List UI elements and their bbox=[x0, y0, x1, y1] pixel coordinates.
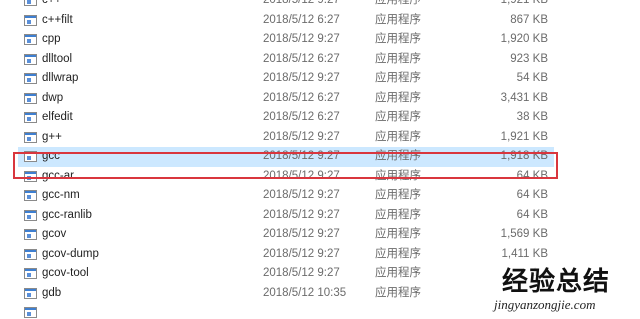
file-name: dllwrap bbox=[42, 72, 79, 84]
watermark-url: jingyanzongjie.com bbox=[494, 297, 596, 312]
file-date-modified: 2018/5/12 9:27 bbox=[263, 267, 340, 279]
file-row[interactable]: c++ 2018/5/12 9:27 应用程序 1,921 KB bbox=[0, 0, 640, 11]
file-row[interactable]: gcc 2018/5/12 9:27 应用程序 1,918 KB bbox=[0, 147, 640, 167]
file-name: elfedit bbox=[42, 111, 73, 123]
file-type: 应用程序 bbox=[375, 189, 421, 201]
watermark: 经验总结 jingyanzongjie.com bbox=[492, 259, 640, 319]
application-file-icon bbox=[24, 209, 37, 221]
file-name: c++ bbox=[42, 0, 62, 6]
file-date-modified: 2018/5/12 9:27 bbox=[263, 169, 340, 182]
file-name: dlltool bbox=[42, 52, 73, 65]
file-type: 应用程序 bbox=[375, 247, 421, 260]
file-size: 38 KB bbox=[516, 111, 548, 123]
file-size: 923 KB bbox=[510, 52, 548, 65]
file-name: c++filt bbox=[42, 13, 73, 26]
application-file-icon bbox=[24, 229, 37, 240]
file-type: 应用程序 bbox=[375, 150, 421, 162]
file-row[interactable]: c++filt 2018/5/12 6:27 应用程序 867 KB bbox=[0, 11, 640, 31]
application-file-icon bbox=[24, 92, 37, 104]
file-type: 应用程序 bbox=[375, 91, 421, 104]
file-size: 1,921 KB bbox=[500, 130, 548, 143]
file-name: gcov bbox=[42, 228, 67, 240]
file-date-modified: 2018/5/12 6:27 bbox=[263, 111, 340, 123]
file-size: 64 KB bbox=[516, 169, 548, 182]
file-name: gcc-nm bbox=[42, 189, 80, 201]
application-file-icon bbox=[24, 151, 37, 162]
file-size: 3,431 KB bbox=[500, 91, 548, 104]
application-file-icon bbox=[24, 73, 37, 84]
application-file-icon bbox=[24, 190, 37, 201]
file-row[interactable]: g++ 2018/5/12 9:27 应用程序 1,921 KB bbox=[0, 128, 640, 148]
file-date-modified: 2018/5/12 6:27 bbox=[263, 91, 340, 104]
file-date-modified: 2018/5/12 9:27 bbox=[263, 208, 340, 221]
file-type: 应用程序 bbox=[375, 169, 421, 182]
file-size: 1,921 KB bbox=[500, 0, 548, 6]
file-row[interactable]: gcc-ranlib 2018/5/12 9:27 应用程序 64 KB bbox=[0, 206, 640, 226]
application-file-icon bbox=[24, 287, 37, 299]
file-row[interactable]: elfedit 2018/5/12 6:27 应用程序 38 KB bbox=[0, 108, 640, 128]
application-file-icon bbox=[24, 248, 37, 260]
file-date-modified: 2018/5/12 9:27 bbox=[263, 72, 340, 84]
file-name: gdb bbox=[42, 286, 62, 299]
application-file-icon bbox=[24, 0, 37, 6]
file-size: 54 KB bbox=[516, 72, 548, 84]
file-row[interactable]: dwp 2018/5/12 6:27 应用程序 3,431 KB bbox=[0, 89, 640, 109]
application-file-icon bbox=[24, 34, 37, 45]
application-file-icon bbox=[24, 268, 37, 279]
file-row[interactable]: gcc-ar 2018/5/12 9:27 应用程序 64 KB bbox=[0, 167, 640, 187]
file-size: 1,569 KB bbox=[500, 228, 548, 240]
file-row[interactable]: dllwrap 2018/5/12 9:27 应用程序 54 KB bbox=[0, 69, 640, 89]
file-row[interactable]: cpp 2018/5/12 9:27 应用程序 1,920 KB bbox=[0, 30, 640, 50]
file-date-modified: 2018/5/12 9:27 bbox=[263, 247, 340, 260]
file-date-modified: 2018/5/12 9:27 bbox=[263, 228, 340, 240]
file-date-modified: 2018/5/12 6:27 bbox=[263, 52, 340, 65]
file-row[interactable]: gcov 2018/5/12 9:27 应用程序 1,569 KB bbox=[0, 225, 640, 245]
file-name: gcc-ranlib bbox=[42, 208, 92, 221]
file-type: 应用程序 bbox=[375, 130, 421, 143]
application-file-icon bbox=[24, 53, 37, 65]
file-type: 应用程序 bbox=[375, 33, 421, 45]
file-name: dwp bbox=[42, 91, 64, 104]
file-name: gcc-ar bbox=[42, 169, 74, 182]
file-date-modified: 2018/5/12 6:27 bbox=[263, 13, 340, 26]
file-name: g++ bbox=[42, 130, 62, 143]
file-size: 1,920 KB bbox=[500, 33, 548, 45]
application-file-icon bbox=[24, 170, 37, 182]
file-type: 应用程序 bbox=[375, 13, 421, 26]
file-type: 应用程序 bbox=[375, 286, 421, 299]
file-type: 应用程序 bbox=[375, 52, 421, 65]
file-date-modified: 2018/5/12 9:27 bbox=[263, 33, 340, 45]
file-date-modified: 2018/5/12 9:27 bbox=[263, 0, 340, 6]
application-file-icon bbox=[24, 307, 37, 318]
file-date-modified: 2018/5/12 10:35 bbox=[263, 286, 347, 299]
file-type: 应用程序 bbox=[375, 111, 421, 123]
file-explorer-view: c++ 2018/5/12 9:27 应用程序 1,921 KB c++filt 2018… bbox=[0, 0, 640, 319]
file-size: 64 KB bbox=[516, 208, 548, 221]
file-name: gcc bbox=[42, 150, 60, 162]
file-name: gcov-tool bbox=[42, 267, 89, 279]
file-size: 1,918 KB bbox=[500, 150, 548, 162]
file-name: cpp bbox=[42, 33, 61, 45]
application-file-icon bbox=[24, 112, 37, 123]
file-row[interactable]: gcc-nm 2018/5/12 9:27 应用程序 64 KB bbox=[0, 186, 640, 206]
file-type: 应用程序 bbox=[375, 208, 421, 221]
file-date-modified: 2018/5/12 9:27 bbox=[263, 189, 340, 201]
file-date-modified: 2018/5/12 9:27 bbox=[263, 150, 340, 162]
file-row[interactable]: dlltool 2018/5/12 6:27 应用程序 923 KB bbox=[0, 50, 640, 70]
file-size: 867 KB bbox=[510, 13, 548, 26]
application-file-icon bbox=[24, 131, 37, 143]
file-date-modified: 2018/5/12 9:27 bbox=[263, 130, 340, 143]
file-type: 应用程序 bbox=[375, 267, 421, 279]
file-type: 应用程序 bbox=[375, 0, 421, 6]
file-name: gcov-dump bbox=[42, 247, 99, 260]
file-size: 64 KB bbox=[516, 189, 548, 201]
file-type: 应用程序 bbox=[375, 72, 421, 84]
watermark-title: 经验总结 bbox=[502, 267, 611, 297]
file-type: 应用程序 bbox=[375, 228, 421, 240]
application-file-icon bbox=[24, 14, 37, 26]
